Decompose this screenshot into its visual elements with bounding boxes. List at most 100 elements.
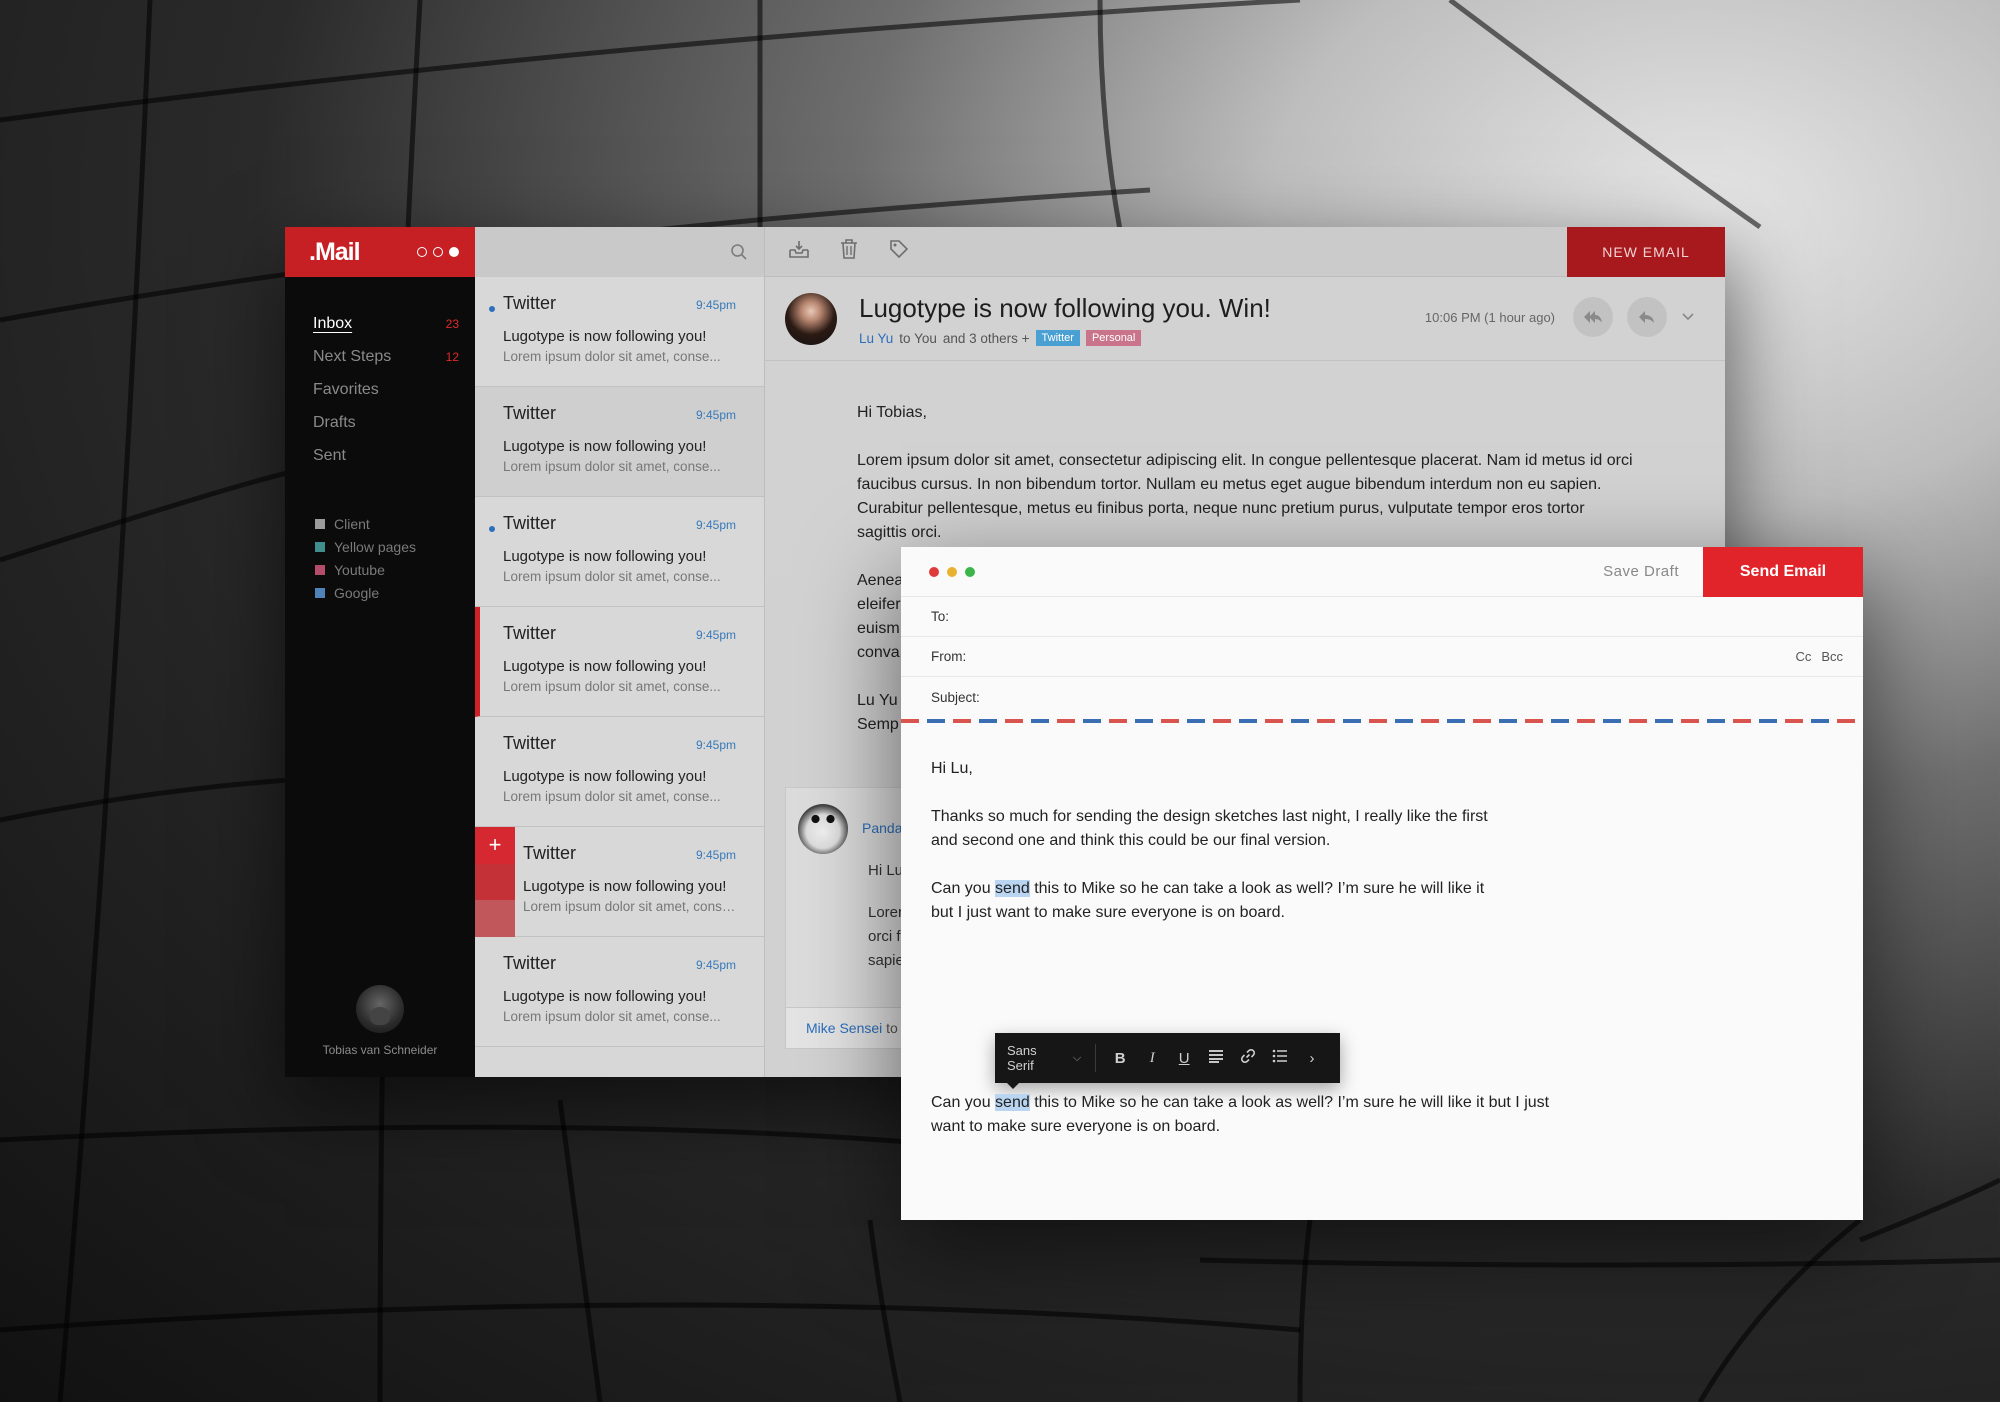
user-name: Tobias van Schneider — [322, 1043, 438, 1057]
list-item[interactable]: Twitter 9:45pm Lugotype is now following … — [475, 497, 764, 607]
compose-titlebar: Save Draft Send Email — [901, 546, 1863, 597]
new-email-button[interactable]: NEW EMAIL — [1567, 227, 1725, 277]
message-time: 9:45pm — [695, 518, 736, 532]
label-name: Yellow pages — [334, 538, 416, 555]
add-icon[interactable]: + — [475, 827, 515, 864]
send-email-button[interactable]: Send Email — [1703, 546, 1863, 597]
window-dot-icon[interactable] — [417, 247, 427, 257]
save-draft-button[interactable]: Save Draft — [1579, 563, 1703, 580]
window-controls[interactable] — [417, 247, 459, 257]
close-icon[interactable] — [929, 566, 939, 577]
reply-button[interactable] — [1627, 297, 1667, 337]
list-search-bar[interactable] — [475, 227, 764, 277]
brand-logo: .Mail — [309, 237, 361, 266]
more-options-button[interactable]: › — [1296, 1050, 1328, 1067]
cc-button[interactable]: Cc — [1795, 649, 1811, 664]
unread-count: 12 — [445, 349, 459, 364]
formatting-toolbar: Sans Serif ⌵ B I U › — [995, 1033, 1340, 1089]
sidebar-item-favorites[interactable]: Favorites — [313, 373, 475, 406]
recipient-text: to You — [899, 330, 937, 346]
message-preview: Lorem ipsum dolor sit amet, conse... — [503, 789, 721, 804]
list-item[interactable]: Twitter 9:45pm Lugotype is now following … — [475, 937, 764, 1047]
label-color-swatch — [315, 541, 325, 552]
chevron-down-icon: ⌵ — [1072, 1051, 1082, 1064]
from-row: From: Cc Bcc — [901, 637, 1863, 677]
sidebar-item-drafts[interactable]: Drafts — [313, 406, 475, 439]
mail-actions: 10:06 PM (1 hour ago) — [1425, 297, 1695, 337]
sidebar-item-next-steps[interactable]: Next Steps 12 — [313, 340, 475, 373]
italic-button[interactable]: I — [1136, 1050, 1168, 1067]
subject-field[interactable] — [993, 678, 1843, 716]
thread-sender[interactable]: Panda — [862, 820, 902, 836]
message-sender: Twitter — [503, 623, 557, 643]
message-time: 9:45pm — [695, 738, 736, 752]
label-yellow-pages[interactable]: Yellow pages — [315, 535, 475, 558]
sidebar-item-label: Next Steps — [313, 347, 392, 365]
others-link[interactable]: and 3 others + — [943, 331, 1030, 346]
selected-text[interactable]: send — [995, 880, 1030, 897]
reply-all-button[interactable] — [1573, 297, 1613, 337]
label-google[interactable]: Google — [315, 581, 475, 604]
bullet-list-icon[interactable] — [1264, 1049, 1296, 1067]
message-preview: Lorem ipsum dolor sit amet, conse... — [503, 569, 721, 584]
from-label: From: — [931, 649, 967, 664]
swipe-action[interactable] — [475, 863, 515, 901]
reply-icon — [1639, 311, 1654, 323]
swipe-actions[interactable]: + — [475, 827, 515, 938]
underline-button[interactable]: U — [1168, 1050, 1200, 1067]
font-family-value: Sans Serif — [1007, 1043, 1037, 1073]
sidebar-item-inbox[interactable]: Inbox 23 — [313, 307, 475, 340]
swipe-action[interactable] — [475, 900, 515, 938]
message-sender: Twitter — [503, 953, 557, 973]
message-subject: Lugotype is now following you! — [503, 548, 707, 565]
bcc-button[interactable]: Bcc — [1821, 649, 1843, 664]
list-item[interactable]: Twitter 9:45pm Lugotype is now following … — [475, 387, 764, 497]
label-color-swatch — [315, 587, 325, 598]
list-item[interactable]: Twitter 9:45pm Lugotype is now following … — [475, 607, 764, 717]
chevron-down-icon[interactable] — [1681, 309, 1695, 325]
message-subject: Lugotype is now following you! — [503, 988, 707, 1005]
reply-sender[interactable]: Mike Sensei — [806, 1020, 882, 1036]
tag-personal[interactable]: Personal — [1085, 330, 1142, 346]
message-list: Twitter 9:45pm Lugotype is now following … — [475, 227, 765, 1077]
signoff-name: Lu Yu — [857, 692, 898, 709]
tag-icon[interactable] — [887, 239, 911, 265]
compose-body-editor[interactable]: Hi Lu, Thanks so much for sending the de… — [901, 723, 1521, 925]
label-youtube[interactable]: Youtube — [315, 558, 475, 581]
label-name: Client — [334, 515, 370, 532]
message-subject: Lugotype is now following you! — [503, 438, 707, 455]
list-item[interactable]: + Twitter 9:45pm Lugotype is now followin… — [475, 827, 764, 938]
mail-greeting: Hi Tobias, — [857, 404, 927, 421]
sender-link[interactable]: Lu Yu — [859, 331, 893, 346]
align-icon[interactable] — [1200, 1049, 1232, 1067]
user-profile[interactable]: Tobias van Schneider — [285, 985, 475, 1057]
label-client[interactable]: Client — [315, 512, 475, 535]
maximize-icon[interactable] — [965, 566, 975, 577]
selected-text[interactable]: send — [995, 1094, 1030, 1111]
message-time: 9:45pm — [695, 848, 736, 862]
subject-label: Subject: — [931, 689, 980, 705]
label-color-swatch — [315, 518, 325, 529]
message-sender: Twitter — [503, 733, 557, 753]
thread-text: Lorer — [868, 904, 904, 921]
window-dot-icon[interactable] — [449, 247, 459, 257]
link-icon[interactable] — [1232, 1048, 1264, 1068]
search-icon[interactable] — [730, 243, 748, 261]
archive-icon[interactable] — [787, 239, 811, 265]
sidebar-item-sent[interactable]: Sent — [313, 439, 475, 472]
list-item[interactable]: Twitter 9:45pm Lugotype is now following … — [475, 277, 764, 387]
to-field[interactable] — [983, 597, 1843, 636]
unread-dot-icon — [489, 306, 495, 312]
minimize-icon[interactable] — [947, 566, 957, 577]
tag-twitter[interactable]: Twitter — [1035, 330, 1080, 346]
bold-button[interactable]: B — [1104, 1050, 1136, 1067]
trash-icon[interactable] — [837, 238, 861, 265]
font-family-dropdown[interactable]: Sans Serif ⌵ — [1007, 1043, 1097, 1073]
message-subject: Lugotype is now following you! — [503, 328, 707, 345]
mail-recipients: Lu Yu to You and 3 others + Twitter Pers… — [859, 330, 1271, 346]
message-preview: Lorem ipsum dolor sit amet, conse... — [503, 349, 721, 364]
from-field[interactable] — [983, 637, 1796, 676]
compose-window: Save Draft Send Email To: From: Cc Bcc S… — [901, 546, 1863, 1220]
list-item[interactable]: Twitter 9:45pm Lugotype is now following … — [475, 717, 764, 827]
window-dot-icon[interactable] — [433, 247, 443, 257]
